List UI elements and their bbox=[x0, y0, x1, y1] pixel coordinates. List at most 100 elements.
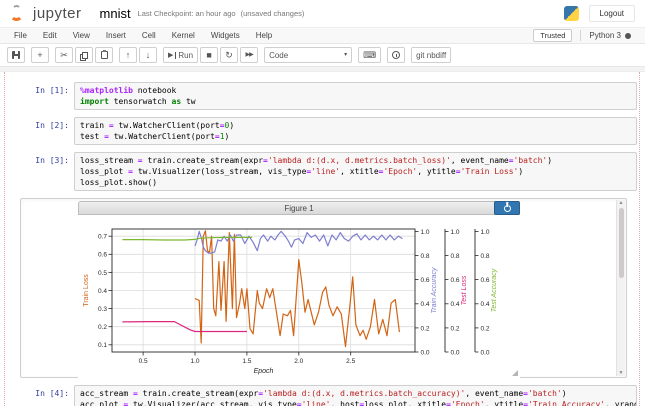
code-cell-2: In [2]: train = tw.WatcherClient(port=0)… bbox=[8, 117, 637, 145]
arrow-up-icon: ↑ bbox=[125, 49, 131, 60]
run-button[interactable]: ▶ Run bbox=[163, 47, 199, 63]
scroll-up-icon[interactable]: ▲ bbox=[619, 200, 624, 206]
figure-title-bar[interactable]: Figure 1 bbox=[78, 201, 520, 215]
restart-kernel-button[interactable]: ↻ bbox=[220, 47, 239, 63]
logout-button[interactable]: Logout bbox=[588, 5, 635, 22]
copy-icon bbox=[82, 51, 88, 59]
stop-icon: ■ bbox=[206, 49, 212, 60]
svg-text:0.0: 0.0 bbox=[421, 349, 430, 356]
code-cell-1: In [1]: %matplotlib notebook import tenso… bbox=[8, 82, 637, 110]
notebook-header: jupyter mnist Last Checkpoint: an hour a… bbox=[0, 0, 645, 27]
code-editor-2[interactable]: train = tw.WatcherClient(port=0) test = t… bbox=[74, 117, 637, 145]
git-nbdiff-button[interactable]: git nbdiff bbox=[411, 47, 452, 63]
code-cell-3: In [3]: loss_stream = train.create_strea… bbox=[8, 152, 637, 191]
svg-text:0.0: 0.0 bbox=[451, 349, 460, 356]
kernel-indicator: Python 3 bbox=[580, 30, 639, 41]
arrow-down-icon: ↓ bbox=[145, 49, 151, 60]
svg-text:0.4: 0.4 bbox=[481, 301, 490, 308]
svg-text:0.4: 0.4 bbox=[98, 288, 107, 295]
code-editor-3[interactable]: loss_stream = train.create_stream(expr='… bbox=[74, 152, 637, 191]
menu-kernel[interactable]: Kernel bbox=[164, 29, 203, 42]
svg-text:0.8: 0.8 bbox=[451, 253, 460, 260]
input-prompt: In [1]: bbox=[35, 86, 69, 95]
move-cell-up-button[interactable]: ↑ bbox=[119, 47, 137, 63]
figure-close-button[interactable] bbox=[494, 201, 520, 215]
checkpoint-status: Last Checkpoint: an hour ago bbox=[137, 9, 236, 18]
figure-canvas: 0.1 0.2 0.3 0.4 0.5 0.6 0.7 Train Loss 0.5 1.0 1.5… bbox=[78, 215, 520, 378]
command-palette-button[interactable]: ⌨ bbox=[358, 47, 382, 63]
input-prompt: In [2]: bbox=[35, 121, 69, 130]
svg-text:2.0: 2.0 bbox=[294, 358, 303, 365]
menu-help[interactable]: Help bbox=[248, 29, 280, 42]
svg-text:0.4: 0.4 bbox=[451, 301, 460, 308]
scrollbar-thumb[interactable] bbox=[618, 208, 624, 278]
history-button[interactable] bbox=[387, 47, 406, 63]
figure-resize-handle[interactable] bbox=[512, 370, 518, 376]
save-button[interactable] bbox=[7, 47, 25, 63]
svg-text:0.4: 0.4 bbox=[421, 301, 430, 308]
svg-text:0.5: 0.5 bbox=[98, 270, 107, 277]
copy-cell-button[interactable] bbox=[75, 47, 93, 63]
notebook-title[interactable]: mnist bbox=[100, 6, 131, 21]
menu-insert[interactable]: Insert bbox=[98, 29, 134, 42]
jupyter-logo-icon[interactable] bbox=[9, 4, 29, 23]
restart-icon: ↻ bbox=[225, 49, 233, 60]
keyboard-icon: ⌨ bbox=[363, 49, 377, 60]
interrupt-kernel-button[interactable]: ■ bbox=[200, 47, 219, 63]
paste-icon bbox=[100, 50, 108, 59]
autosave-status: (unsaved changes) bbox=[240, 9, 305, 18]
trusted-badge[interactable]: Trusted bbox=[533, 29, 573, 42]
menu-cell[interactable]: Cell bbox=[134, 29, 164, 42]
code-editor-4[interactable]: acc_stream = train.create_stream(expr='l… bbox=[74, 385, 637, 406]
svg-text:0.6: 0.6 bbox=[451, 277, 460, 284]
svg-text:0.5: 0.5 bbox=[139, 358, 148, 365]
restart-run-all-button[interactable]: ▶▶ bbox=[240, 47, 259, 63]
menu-bar: File Edit View Insert Cell Kernel Widget… bbox=[0, 27, 645, 44]
notebook-area: In [1]: %matplotlib notebook import tenso… bbox=[0, 72, 645, 406]
svg-text:1.0: 1.0 bbox=[421, 229, 430, 236]
svg-text:0.2: 0.2 bbox=[98, 324, 107, 331]
svg-text:0.8: 0.8 bbox=[421, 253, 430, 260]
svg-text:1.5: 1.5 bbox=[242, 358, 251, 365]
svg-text:2.5: 2.5 bbox=[346, 358, 355, 365]
svg-text:Train Loss: Train Loss bbox=[83, 274, 90, 307]
scroll-down-icon[interactable]: ▼ bbox=[619, 370, 624, 376]
clock-icon bbox=[392, 51, 401, 59]
menu-widgets[interactable]: Widgets bbox=[203, 29, 248, 42]
input-prompt: In [3]: bbox=[35, 156, 69, 165]
cell-type-select[interactable]: Code ▾ bbox=[264, 47, 353, 63]
kernel-status-icon bbox=[625, 32, 631, 39]
code-editor-1[interactable]: %matplotlib notebook import tensorwatch a… bbox=[74, 82, 637, 110]
menu-view[interactable]: View bbox=[65, 29, 98, 42]
svg-text:Test Accuracy: Test Accuracy bbox=[491, 268, 498, 312]
svg-text:0.6: 0.6 bbox=[98, 252, 107, 259]
chevron-down-icon: ▾ bbox=[344, 52, 348, 58]
menu-file[interactable]: File bbox=[6, 29, 35, 42]
svg-text:0.6: 0.6 bbox=[421, 277, 430, 284]
step-forward-icon: ▶ bbox=[168, 51, 174, 59]
insert-cell-button[interactable]: + bbox=[31, 47, 49, 63]
svg-text:1.0: 1.0 bbox=[451, 229, 460, 236]
scissors-icon: ✂ bbox=[60, 49, 68, 60]
paste-cell-button[interactable] bbox=[95, 47, 113, 63]
kernel-name: Python 3 bbox=[589, 31, 621, 40]
move-cell-down-button[interactable]: ↓ bbox=[139, 47, 157, 63]
menu-edit[interactable]: Edit bbox=[35, 29, 65, 42]
cut-cell-button[interactable]: ✂ bbox=[55, 47, 73, 63]
svg-text:Train Accuracy: Train Accuracy bbox=[431, 267, 438, 313]
svg-text:0.2: 0.2 bbox=[481, 325, 490, 332]
jupyter-logo-text[interactable]: jupyter bbox=[33, 5, 82, 22]
input-prompt: In [4]: bbox=[35, 389, 69, 398]
svg-text:1.0: 1.0 bbox=[481, 229, 490, 236]
power-icon bbox=[503, 204, 511, 212]
toolbar: + ✂ ↑ ↓ ▶ Run ■ ↻ ▶▶ Code ▾ ⌨ git nbdiff bbox=[0, 44, 645, 67]
svg-text:0.8: 0.8 bbox=[481, 253, 490, 260]
figure-canvas-svg: 0.1 0.2 0.3 0.4 0.5 0.6 0.7 Train Loss 0.5 1.0 1.5… bbox=[83, 228, 498, 375]
python-logo-icon bbox=[563, 6, 579, 21]
svg-text:0.6: 0.6 bbox=[481, 277, 490, 284]
svg-text:0.7: 0.7 bbox=[98, 234, 107, 241]
plus-icon: + bbox=[37, 49, 43, 60]
svg-text:1.0: 1.0 bbox=[190, 358, 199, 365]
output-area: Figure 1 0.1 0.2 0.3 0.4 0.5 0.6 0.7 Train Loss… bbox=[20, 198, 627, 378]
fast-forward-icon: ▶▶ bbox=[245, 52, 253, 58]
